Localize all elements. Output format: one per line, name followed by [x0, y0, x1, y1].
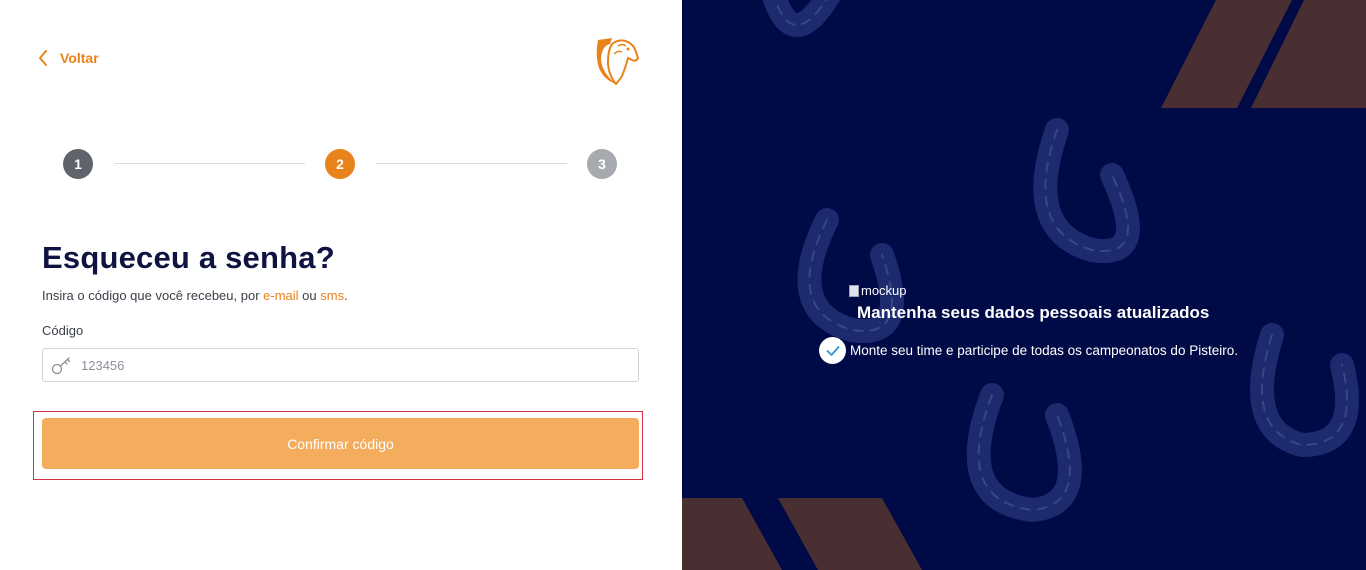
- step-number: 2: [336, 156, 344, 172]
- step-connector: [114, 163, 305, 164]
- back-label: Voltar: [60, 50, 99, 66]
- code-field[interactable]: [42, 348, 639, 382]
- step-3: 3: [587, 149, 617, 179]
- key-icon: [47, 349, 77, 381]
- page-title: Esqueceu a senha?: [42, 240, 335, 275]
- chevron-left-icon: [39, 50, 47, 66]
- step-1: 1: [63, 149, 93, 179]
- step-number: 1: [74, 156, 82, 172]
- mockup-image: mockup: [849, 283, 907, 298]
- feature-text: Monte seu time e participe de todas os c…: [850, 343, 1238, 358]
- subtitle-text: .: [344, 288, 348, 303]
- mockup-alt-text: mockup: [861, 283, 907, 298]
- check-icon: [819, 337, 846, 364]
- subtitle-text: Insira o código que você recebeu, por: [42, 288, 264, 303]
- confirm-code-button[interactable]: Confirmar código: [42, 418, 639, 469]
- code-input[interactable]: [77, 350, 617, 380]
- broken-image-icon: [849, 284, 859, 297]
- step-2: 2: [325, 149, 355, 179]
- promo-title: Mantenha seus dados pessoais atualizados: [857, 303, 1210, 322]
- promo-panel: mockup Mantenha seus dados pessoais atua…: [682, 0, 1366, 570]
- feature-item: Monte seu time e participe de todas os c…: [819, 337, 1238, 364]
- subtitle-text: ou: [298, 288, 321, 303]
- login-panel: Voltar 1 2 3 Esqueceu a senha? Insira o …: [0, 0, 682, 570]
- horseshoe-pattern-background: [682, 0, 1366, 570]
- sms-link[interactable]: sms: [320, 288, 344, 303]
- horse-shield-logo: [596, 38, 640, 86]
- page-subtitle: Insira o código que você recebeu, por e-…: [42, 288, 348, 303]
- step-number: 3: [598, 156, 606, 172]
- email-link[interactable]: e-mail: [263, 288, 298, 303]
- back-link[interactable]: Voltar: [38, 50, 99, 66]
- code-label: Código: [42, 323, 84, 338]
- step-connector: [376, 163, 567, 164]
- progress-stepper: 1 2 3: [63, 149, 619, 179]
